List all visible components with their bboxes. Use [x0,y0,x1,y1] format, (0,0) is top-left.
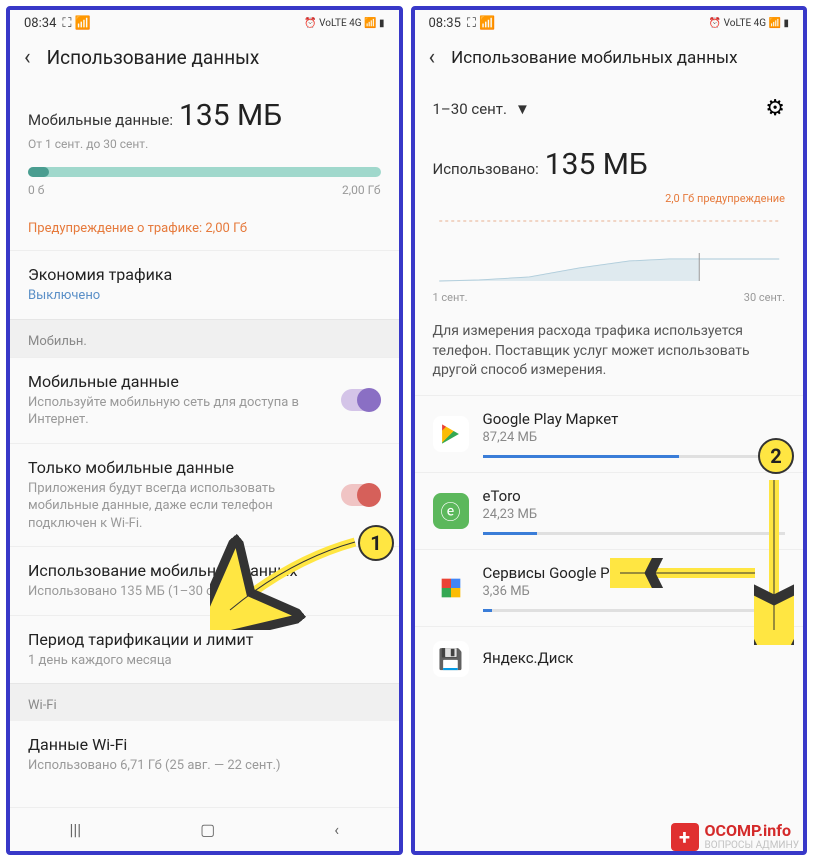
measurement-info: Для измерения расхода трафика использует… [415,308,804,395]
watermark: + OCOMP.info ВОПРОСЫ АДМИНУ [671,822,800,851]
app-name: Google Play Маркет [483,410,786,428]
annotation-badge-2: 2 [758,438,794,474]
usage-summary: Мобильные данные: 135 МБ От 1 сент. до 3… [10,84,399,211]
progress-max: 2,00 Гб [342,183,381,197]
chart-svg [433,213,786,283]
status-time: 08:35 [429,16,461,31]
progress-min: 0 б [28,183,44,197]
annotation-arrow-1 [210,530,370,630]
app-usage-bar [483,455,786,458]
usage-value: 135 МБ [179,98,282,133]
content: Мобильные данные: 135 МБ От 1 сент. до 3… [10,84,399,807]
app-size: 24,23 МБ [483,507,786,522]
status-icons-l: ⛶ 📶 [62,16,91,31]
etoro-icon: ⓔ [433,493,469,529]
annotation-arrow-2-down [754,475,794,645]
page-title: Использование мобильных данных [451,48,737,68]
back-icon[interactable]: ‹ [429,45,436,70]
app-name: Яндекс.Диск [483,649,786,667]
usage-period: От 1 сент. до 30 сент. [28,137,381,151]
progress-bar [28,167,381,177]
section-wifi: Wi-Fi [10,683,399,721]
date-range-picker[interactable]: 1–30 сент. ▼ [433,100,530,118]
status-time: 08:34 [24,16,56,31]
app-row[interactable]: 💾 Яндекс.Диск [415,626,804,691]
content: 1–30 сент. ▼ ⚙ Использовано: 135 МБ 2,0 … [415,84,804,851]
back-icon[interactable]: ‹ [24,45,31,70]
yandex-disk-icon: 💾 [433,641,469,677]
progress-fill [28,167,49,177]
app-row[interactable]: Google Play Маркет 87,24 МБ [415,395,804,472]
row-data-saver[interactable]: Экономия трафика Выключено [10,250,399,319]
phone-left: 08:34 ⛶ 📶 ⏰ VoLTE 4G 📶 ▮ ‹ Использование … [6,6,403,855]
chart-x-start: 1 сент. [433,291,468,304]
header: ‹ Использование данных [10,35,399,84]
nav-back-icon[interactable]: ‹ [334,820,339,839]
gear-icon[interactable]: ⚙ [765,96,785,121]
header: ‹ Использование мобильных данных [415,35,804,84]
nav-home-icon[interactable]: ▢ [200,820,215,839]
nav-bar: ||| ▢ ‹ [10,807,399,851]
nav-recents-icon[interactable]: ||| [69,820,81,839]
status-icons-r: ⏰ VoLTE 4G 📶 ▮ [709,18,789,29]
annotation-badge-1: 1 [358,525,394,561]
row-wifi-data[interactable]: Данные Wi-Fi Использовано 6,71 Гб (25 ав… [10,721,399,789]
usage-summary: Использовано: 135 МБ [415,133,804,186]
usage-label: Мобильные данные: [28,111,173,129]
usage-chart: 2,0 Гб предупреждение 1 сент. 30 сент. [415,186,804,308]
chart-warning-label: 2,0 Гб предупреждение [433,192,786,205]
google-services-icon [433,570,469,606]
toggle-only-mobile[interactable] [341,484,381,506]
app-size: 87,24 МБ [483,430,786,445]
toggle-mobile-data[interactable] [341,389,381,411]
status-bar: 08:35 ⛶ 📶 ⏰ VoLTE 4G 📶 ▮ [415,10,804,35]
annotation-arrow-2-left [610,558,760,588]
app-usage-bar [483,609,786,612]
status-icons-l: ⛶ 📶 [467,16,496,31]
watermark-plus-icon: + [671,823,699,851]
app-name: eToro [483,487,786,505]
usage-label: Использовано: [433,160,539,178]
app-usage-bar [483,532,786,535]
app-list: Google Play Маркет 87,24 МБ ⓔ eToro 24,23 МБ… [415,395,804,691]
google-play-icon [433,416,469,452]
chevron-down-icon: ▼ [515,100,530,118]
page-title: Использование данных [47,46,260,69]
traffic-warning: Предупреждение о трафике: 2,00 Гб [10,211,399,250]
phone-right: 08:35 ⛶ 📶 ⏰ VoLTE 4G 📶 ▮ ‹ Использование … [411,6,808,855]
usage-value: 135 МБ [545,147,648,182]
status-bar: 08:34 ⛶ 📶 ⏰ VoLTE 4G 📶 ▮ [10,10,399,35]
chart-x-end: 30 сент. [744,291,785,304]
row-mobile-data[interactable]: Мобильные данные Используйте мобильную с… [10,357,399,443]
section-mobile: Мобильн. [10,319,399,357]
app-row[interactable]: ⓔ eToro 24,23 МБ [415,472,804,549]
status-icons-r: ⏰ VoLTE 4G 📶 ▮ [304,18,384,29]
